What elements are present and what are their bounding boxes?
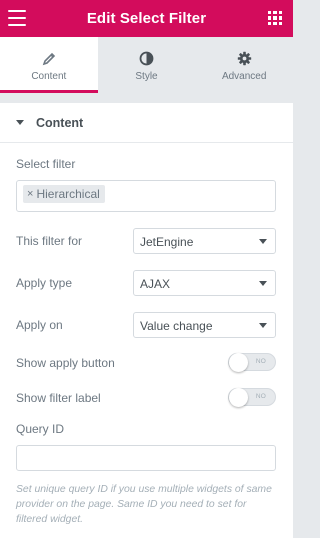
tab-advanced-label: Advanced: [221, 71, 267, 82]
apply-on-label: Apply on: [16, 318, 63, 332]
show-filter-label-label: Show filter label: [16, 391, 101, 405]
chevron-down-icon: [259, 281, 267, 286]
apply-type-value: AJAX: [140, 277, 171, 291]
apply-type-select[interactable]: AJAX: [133, 270, 276, 296]
panel-tabs: Content Style Advanced: [0, 37, 294, 93]
apply-type-label: Apply type: [16, 276, 73, 290]
section-content-header[interactable]: Content: [0, 103, 293, 143]
panel-header: Edit Select Filter: [0, 0, 293, 37]
half-circle-icon: [139, 51, 154, 66]
this-filter-for-select[interactable]: JetEngine: [133, 228, 276, 254]
query-id-label: Query ID: [16, 422, 65, 436]
this-filter-for-value: JetEngine: [140, 235, 194, 249]
this-filter-for-label: This filter for: [16, 234, 83, 248]
select-filter-label: Select filter: [16, 157, 76, 171]
tab-style-label: Style: [135, 71, 158, 82]
show-filter-label-toggle[interactable]: NO: [228, 388, 276, 407]
hamburger-menu-icon[interactable]: [8, 10, 26, 26]
panel-title: Edit Select Filter: [86, 10, 207, 27]
tab-style[interactable]: Style: [97, 37, 196, 93]
tab-advanced[interactable]: Advanced: [195, 37, 294, 93]
apply-on-value: Value change: [140, 319, 213, 333]
query-id-description: Set unique query ID if you use multiple …: [16, 484, 272, 525]
toggle-state-text: NO: [255, 358, 266, 365]
toggle-knob: [229, 353, 248, 372]
select-filter-multiselect[interactable]: × Hierarchical: [16, 180, 276, 212]
show-apply-button-label: Show apply button: [16, 356, 115, 370]
chip-label: Hierarchical: [36, 187, 100, 201]
pencil-icon: [42, 51, 56, 66]
separator: [0, 93, 293, 103]
toggle-knob: [229, 388, 248, 407]
chip-remove-icon[interactable]: ×: [27, 188, 33, 200]
apply-on-select[interactable]: Value change: [133, 312, 276, 338]
toggle-state-text: NO: [255, 393, 266, 400]
tab-content-label: Content: [31, 71, 67, 82]
chevron-down-icon: [259, 239, 267, 244]
query-id-input[interactable]: [16, 445, 276, 471]
grid-apps-icon[interactable]: [268, 11, 282, 25]
chevron-down-icon: [259, 323, 267, 328]
tab-content[interactable]: Content: [0, 37, 98, 93]
caret-down-icon: [16, 120, 24, 125]
content-panel: Select filter × Hierarchical This filter…: [0, 143, 293, 538]
filter-chip: × Hierarchical: [23, 185, 105, 203]
section-title: Content: [36, 115, 84, 130]
gear-icon: [237, 51, 252, 66]
show-apply-button-toggle[interactable]: NO: [228, 353, 276, 372]
